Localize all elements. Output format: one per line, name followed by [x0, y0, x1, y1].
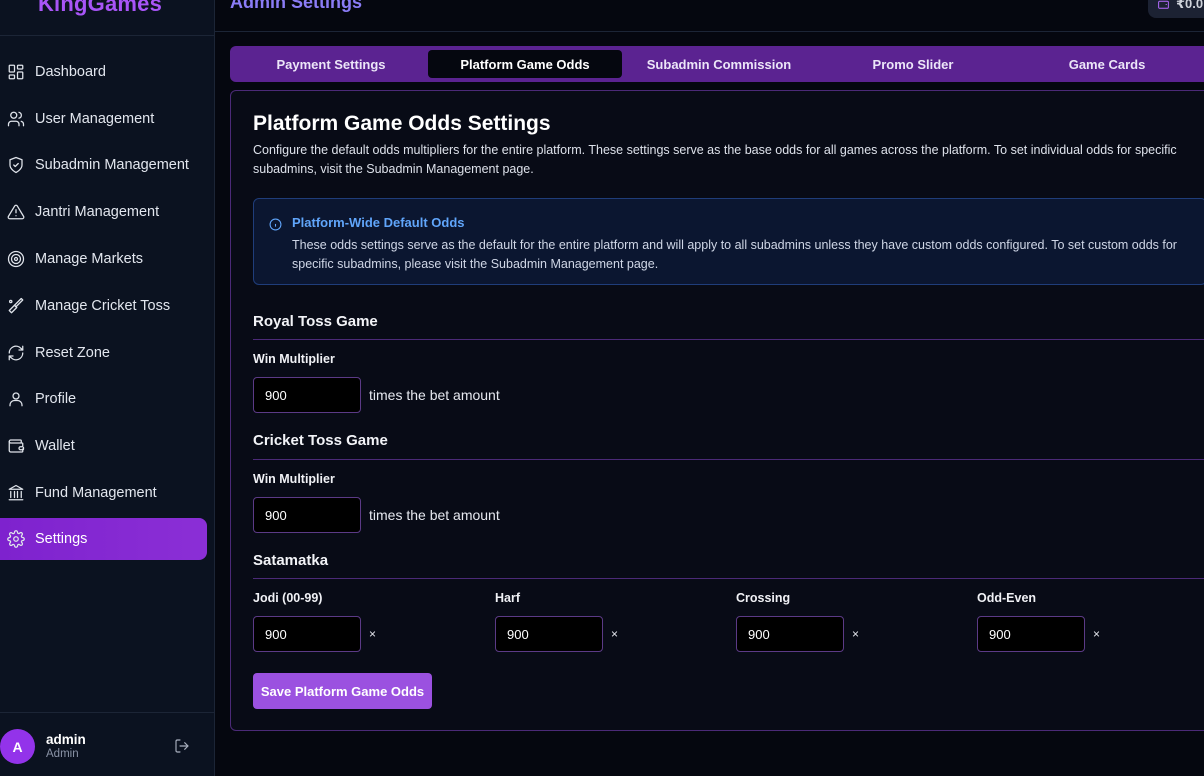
info-title: Platform-Wide Default Odds — [292, 215, 465, 230]
target-icon — [7, 250, 25, 268]
user-name: admin — [46, 732, 86, 747]
cricket-toss-suffix: times the bet amount — [369, 507, 500, 523]
dashboard-icon — [7, 63, 25, 81]
sidebar-item-subadmin-management[interactable]: Subadmin Management — [0, 144, 207, 186]
odd-even-label: Odd-Even — [977, 591, 1037, 605]
refresh-icon — [7, 344, 25, 362]
warning-icon — [7, 203, 25, 221]
royal-toss-multiplier-input[interactable] — [253, 377, 361, 413]
user-icon — [7, 390, 25, 408]
sidebar-item-label: Manage Markets — [35, 251, 143, 267]
user-role: Admin — [46, 748, 79, 760]
sidebar-item-manage-cricket-toss[interactable]: Manage Cricket Toss — [0, 285, 207, 327]
cricket-toss-multiplier-input[interactable] — [253, 497, 361, 533]
wallet-balance: ₹0.0 — [1176, 0, 1204, 11]
sidebar-item-wallet[interactable]: Wallet — [0, 425, 207, 467]
cricket-toss-label: Win Multiplier — [253, 472, 335, 486]
save-platform-odds-button[interactable]: Save Platform Game Odds — [253, 673, 432, 709]
user-footer: A admin Admin — [0, 712, 214, 776]
wallet-icon — [1158, 0, 1169, 9]
odds-settings-card: Platform Game Odds Settings Configure th… — [230, 90, 1204, 731]
harf-label: Harf — [495, 591, 521, 605]
brand-divider — [0, 35, 214, 36]
settings-tabs: Payment Settings Platform Game Odds Suba… — [230, 46, 1204, 82]
sidebar-item-label: Fund Management — [35, 485, 157, 501]
header-divider — [215, 31, 1204, 32]
tab-platform-game-odds[interactable]: Platform Game Odds — [428, 50, 622, 78]
harf-odds-input[interactable] — [495, 616, 603, 652]
sidebar-item-settings[interactable]: Settings — [0, 518, 207, 560]
tab-promo-slider[interactable]: Promo Slider — [816, 50, 1010, 78]
sidebar-item-label: Settings — [35, 531, 88, 547]
royal-toss-title: Royal Toss Game — [253, 313, 378, 330]
royal-toss-suffix: times the bet amount — [369, 387, 500, 403]
sidebar-item-label: Wallet — [35, 438, 75, 454]
wallet-icon — [7, 437, 25, 455]
sidebar-item-jantri-management[interactable]: Jantri Management — [0, 191, 207, 233]
sidebar: KingGames Dashboard User Management Suba… — [0, 0, 215, 776]
odd-even-times: × — [1093, 627, 1101, 641]
crossing-odds-input[interactable] — [736, 616, 844, 652]
sidebar-item-user-management[interactable]: User Management — [0, 98, 207, 140]
sidebar-item-label: Manage Cricket Toss — [35, 298, 171, 314]
sidebar-item-label: Subadmin Management — [35, 157, 189, 173]
section-divider — [253, 578, 1204, 579]
cricket-bat-icon — [7, 297, 25, 315]
users-icon — [7, 110, 25, 128]
tab-subadmin-commission[interactable]: Subadmin Commission — [622, 50, 816, 78]
info-icon — [269, 218, 282, 231]
sidebar-item-label: Reset Zone — [35, 345, 110, 361]
sidebar-item-label: User Management — [35, 111, 155, 127]
brand-logo[interactable]: KingGames — [0, 0, 200, 17]
shield-icon — [7, 156, 25, 174]
royal-toss-label: Win Multiplier — [253, 352, 335, 366]
jodi-label: Jodi (00-99) — [253, 591, 323, 605]
sidebar-item-dashboard[interactable]: Dashboard — [0, 51, 207, 93]
logout-icon — [175, 739, 189, 753]
jodi-times: × — [369, 627, 377, 641]
harf-times: × — [611, 627, 619, 641]
sidebar-item-label: Jantri Management — [35, 204, 160, 220]
logout-button[interactable] — [174, 738, 190, 754]
sidebar-item-label: Dashboard — [35, 64, 106, 80]
page-title: Admin Settings — [230, 0, 363, 12]
odd-even-odds-input[interactable] — [977, 616, 1085, 652]
sidebar-item-manage-markets[interactable]: Manage Markets — [0, 238, 207, 280]
sidebar-item-reset-zone[interactable]: Reset Zone — [0, 332, 207, 374]
section-divider — [253, 459, 1204, 460]
crossing-label: Crossing — [736, 591, 791, 605]
sidebar-item-fund-management[interactable]: Fund Management — [0, 472, 207, 514]
avatar[interactable]: A — [0, 729, 35, 764]
card-title: Platform Game Odds Settings — [253, 112, 551, 135]
bank-icon — [7, 484, 25, 502]
sidebar-item-profile[interactable]: Profile — [0, 378, 207, 420]
info-alert: Platform-Wide Default Odds These odds se… — [253, 198, 1204, 285]
section-divider — [253, 339, 1204, 340]
crossing-times: × — [852, 627, 860, 641]
cricket-toss-title: Cricket Toss Game — [253, 432, 388, 449]
gear-icon — [7, 530, 25, 548]
wallet-balance-chip[interactable]: ₹0.0 — [1148, 0, 1204, 18]
sidebar-item-label: Profile — [35, 391, 77, 407]
tab-game-cards[interactable]: Game Cards — [1010, 50, 1204, 78]
info-text: These odds settings serve as the default… — [292, 238, 1177, 271]
jodi-odds-input[interactable] — [253, 616, 361, 652]
card-description: Configure the default odds multipliers f… — [253, 143, 1177, 176]
satamatka-title: Satamatka — [253, 552, 329, 569]
tab-payment-settings[interactable]: Payment Settings — [234, 50, 428, 78]
